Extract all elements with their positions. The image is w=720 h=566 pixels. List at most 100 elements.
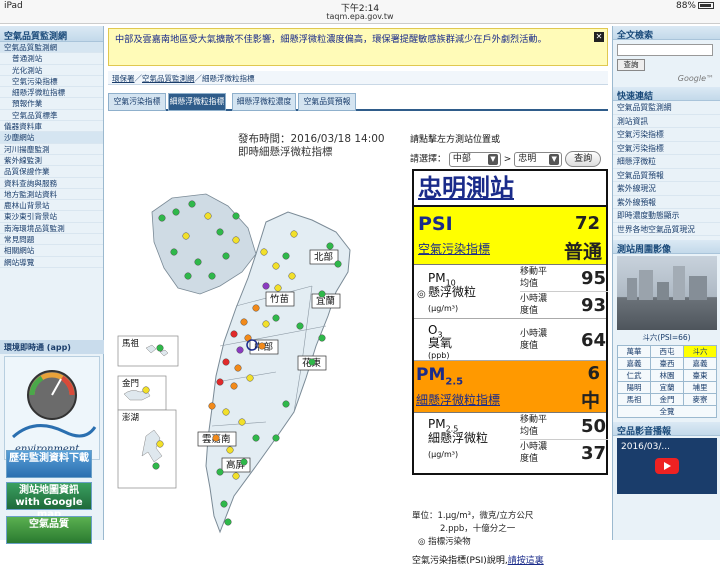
station-marker[interactable] (272, 434, 280, 442)
station-marker[interactable] (252, 304, 260, 312)
station-marker[interactable] (318, 334, 326, 342)
station-marker[interactable] (204, 212, 212, 220)
left-nav-item[interactable]: 常見問題 (0, 234, 103, 246)
psi-description-link[interactable]: 請按這裏 (508, 556, 544, 566)
station-area-link[interactable]: 臺西 (650, 357, 684, 370)
station-area-link[interactable]: 埔里 (683, 381, 717, 394)
left-nav-item[interactable]: 空氣污染指標 (0, 76, 103, 88)
station-marker[interactable] (208, 402, 216, 410)
station-marker[interactable] (262, 320, 270, 328)
left-nav-item[interactable]: 紫外線監測 (0, 155, 103, 167)
station-marker[interactable] (238, 418, 246, 426)
environment-app-promo[interactable]: environment (4, 356, 100, 460)
station-marker[interactable] (216, 468, 224, 476)
quick-link-item[interactable]: 測站資訊 (613, 115, 720, 128)
quick-link-item[interactable]: 空氣污染指標 (613, 142, 720, 155)
station-area-link[interactable]: 陽明 (617, 381, 651, 394)
station-area-link[interactable]: 林園 (650, 369, 684, 382)
station-marker[interactable] (232, 236, 240, 244)
station-marker[interactable] (172, 208, 180, 216)
station-select[interactable]: 忠明 ▼ (514, 151, 563, 167)
quick-link-item[interactable]: 世界各地空氣品質現況 (613, 223, 720, 236)
video-player[interactable]: 2016/03/... (617, 438, 717, 494)
station-marker[interactable] (208, 272, 216, 280)
left-nav-item[interactable]: 光化測站 (0, 65, 103, 76)
station-area-link[interactable]: 萬華 (617, 345, 651, 358)
station-marker[interactable] (296, 322, 304, 330)
region-label[interactable]: 宜蘭 (316, 295, 335, 307)
breadcrumb-section[interactable]: 空氣品質監測網 (142, 74, 195, 83)
station-marker[interactable] (232, 212, 240, 220)
station-marker[interactable] (220, 500, 228, 508)
taiwan-map-svg[interactable]: 北部竹苗宜蘭中部花東雲嘉南高屏馬祖金門澎湖 (116, 176, 398, 540)
station-area-link[interactable]: 嘉義 (617, 357, 651, 370)
left-nav-item[interactable]: 細懸浮微粒指標 (0, 87, 103, 99)
station-marker[interactable] (334, 260, 342, 268)
quick-link-item[interactable]: 空氣品質監測網 (613, 101, 720, 115)
left-nav-item[interactable]: 相關網站 (0, 245, 103, 257)
station-marker[interactable] (326, 242, 334, 250)
station-marker[interactable] (222, 358, 230, 366)
station-area-link[interactable]: 金門 (650, 393, 684, 406)
left-nav-item[interactable]: 空氣品質標準 (0, 110, 103, 122)
station-marker[interactable] (308, 358, 316, 366)
left-nav-item[interactable]: 南海環境品質監測 (0, 223, 103, 235)
station-marker[interactable] (182, 232, 190, 240)
left-nav-item[interactable]: 河川揚塵監測 (0, 144, 103, 155)
station-marker[interactable] (184, 272, 192, 280)
station-marker[interactable] (246, 374, 254, 382)
station-marker[interactable] (216, 378, 224, 386)
station-marker[interactable] (234, 364, 242, 372)
station-marker[interactable] (194, 258, 202, 266)
station-marker[interactable] (222, 408, 230, 416)
station-marker[interactable] (158, 214, 166, 222)
station-marker[interactable] (282, 252, 290, 260)
realtime-app-header[interactable]: 環境即時通 (app) (0, 340, 104, 354)
left-nav-item[interactable]: 預報作業 (0, 98, 103, 110)
left-nav-item[interactable]: 地方監測站資料 (0, 189, 103, 201)
station-marker[interactable] (226, 446, 234, 454)
left-nav-item[interactable]: 普通測站 (0, 53, 103, 65)
station-marker[interactable] (240, 458, 248, 466)
station-marker[interactable] (262, 282, 270, 290)
station-marker[interactable] (232, 472, 240, 480)
region-label[interactable]: 北部 (314, 251, 333, 263)
station-marker[interactable] (258, 342, 266, 350)
station-marker[interactable] (230, 330, 238, 338)
station-marker[interactable] (156, 440, 164, 448)
quick-link-item[interactable]: 即時濃度動態顯示 (613, 209, 720, 223)
quick-link-item[interactable]: 空氣品質預報 (613, 169, 720, 182)
search-button[interactable]: 查詢 (617, 59, 645, 71)
left-nav-item[interactable]: 品質保證作業 (0, 166, 103, 178)
station-marker[interactable] (216, 228, 224, 236)
station-area-link[interactable]: 馬祖 (617, 393, 651, 406)
station-area-link[interactable]: 麥寮 (683, 393, 717, 406)
pm25-sublabel[interactable]: 細懸浮微粒指標 (416, 391, 500, 408)
left-nav-item[interactable]: 沙塵網站 (0, 132, 103, 144)
station-area-link[interactable]: 嘉義 (683, 357, 717, 370)
station-marker[interactable] (282, 400, 290, 408)
station-area-link[interactable]: 臺東 (683, 369, 717, 382)
station-marker[interactable] (288, 272, 296, 280)
station-area-link[interactable]: 宜蘭 (650, 381, 684, 394)
station-marker[interactable] (272, 314, 280, 322)
station-name[interactable]: 忠明測站 (414, 171, 606, 207)
quick-link-item[interactable]: 細懸浮微粒 (613, 155, 720, 169)
station-marker[interactable] (152, 462, 160, 470)
station-marker[interactable] (260, 248, 268, 256)
station-marker[interactable] (252, 434, 260, 442)
play-icon[interactable] (655, 458, 679, 474)
quick-link-item[interactable]: 紫外線現況 (613, 182, 720, 196)
region-select[interactable]: 中部 ▼ (448, 151, 501, 167)
left-nav-item[interactable]: 儀器資料庫 (0, 121, 103, 133)
taiwan-map[interactable]: 北部竹苗宜蘭中部花東雲嘉南高屏馬祖金門澎湖 (116, 176, 398, 540)
left-nav-item[interactable]: 網站導覽 (0, 257, 103, 268)
station-map-banner[interactable]: 測站地圖資訊 with Google map (6, 482, 92, 520)
station-marker[interactable] (290, 230, 298, 238)
station-photo[interactable] (617, 256, 717, 330)
search-input[interactable] (617, 44, 713, 56)
station-marker[interactable] (212, 434, 220, 442)
station-marker[interactable] (236, 346, 244, 354)
left-nav-item[interactable]: 空氣品質監測網 (0, 42, 103, 54)
left-nav-item[interactable]: 鹿林山背景站 (0, 200, 103, 212)
